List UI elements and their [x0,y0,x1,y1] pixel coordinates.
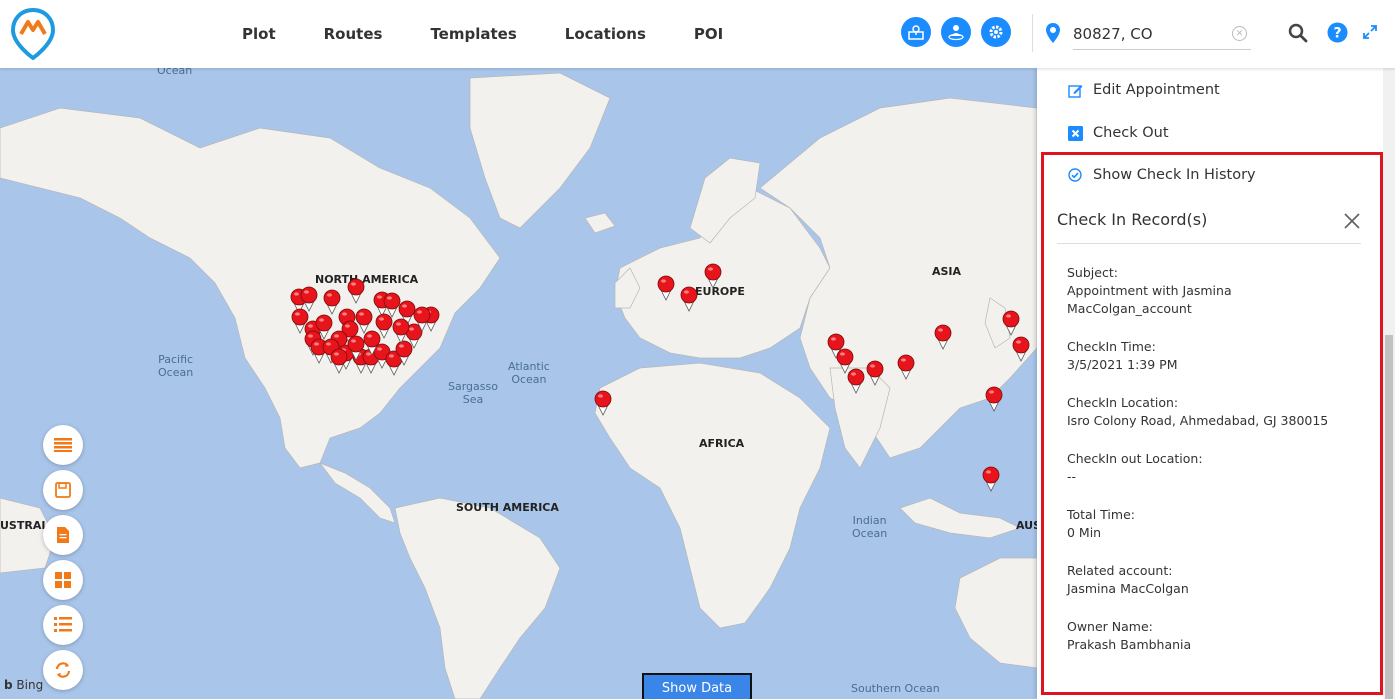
edit-icon [1067,82,1083,98]
save-icon [55,482,71,498]
bing-label: Bing [16,678,44,692]
south-america-label: SOUTH AMERICA [456,501,559,514]
user-icon [948,25,964,41]
ocean-label-top: Ocean [157,68,193,77]
map-pin-marker[interactable] [866,360,884,386]
grid-icon [55,572,71,588]
map-pin-marker[interactable] [847,368,865,394]
map-pin-marker[interactable] [1002,310,1020,336]
map-pin-marker[interactable] [594,390,612,416]
clear-icon[interactable]: ✕ [1232,26,1247,41]
map-pin-marker[interactable] [330,348,348,374]
user-location-button[interactable] [941,17,971,47]
refresh-icon [55,662,71,678]
list-icon [54,438,72,452]
map-pin-marker[interactable] [982,466,1000,492]
show-data-button[interactable]: Show Data [642,673,752,699]
map-pin-marker[interactable] [934,324,952,350]
check-out-label: Check Out [1093,125,1169,141]
north-america-label: NORTH AMERICA [315,273,419,286]
refresh-button[interactable] [43,650,83,690]
main-nav: Plot Routes Templates Locations POI [218,0,747,68]
sargasso-sea-label: Sargasso Sea [448,380,498,406]
map-pin-marker[interactable] [985,386,1003,412]
search-icon[interactable] [1288,23,1308,43]
checklist-icon [54,617,72,632]
indian-ocean-label: Indian Ocean [852,514,888,540]
expand-icon[interactable] [1362,24,1378,40]
map-pin-marker[interactable] [657,275,675,301]
asia-label: ASIA [932,265,962,278]
grid-view-button[interactable] [43,560,83,600]
map-pin-marker[interactable] [1012,336,1030,362]
svg-text:?: ? [1333,26,1341,42]
top-bar: Plot Routes Templates Locations POI ✕ ? [0,0,1395,68]
map-pin-marker[interactable] [347,335,365,361]
help-icon[interactable]: ? [1327,22,1348,43]
map-pin-marker[interactable] [413,306,431,332]
pacific-ocean-label: Pacific Ocean [158,353,194,379]
map-pin-marker[interactable] [897,354,915,380]
document-button[interactable] [43,515,83,555]
map-view-button[interactable] [901,17,931,47]
nav-templates[interactable]: Templates [430,25,516,43]
map-pin-marker[interactable] [680,286,698,312]
highlight-frame [1041,152,1383,695]
save-button[interactable] [43,470,83,510]
world-map[interactable]: Ocean NORTH AMERICA EUROPE ASIA AFRICA S… [0,68,1037,699]
nav-routes[interactable]: Routes [324,25,383,43]
location-pin-icon [1046,23,1060,43]
location-search-input[interactable] [1073,18,1251,50]
list-view-button[interactable] [43,425,83,465]
gear-icon [989,25,1003,39]
check-out-item[interactable]: Check Out [1067,125,1169,141]
southern-ocean-label: Southern Ocean [851,682,940,695]
nav-plot[interactable]: Plot [242,25,276,43]
map-pin-marker[interactable] [363,330,381,356]
toolbar-divider [1032,14,1033,52]
checklist-button[interactable] [43,605,83,645]
settings-button[interactable] [981,17,1011,47]
map-pin-marker[interactable] [347,278,365,304]
edit-appointment-item[interactable]: Edit Appointment [1067,82,1220,98]
document-icon [57,527,69,543]
edit-appointment-label: Edit Appointment [1093,82,1220,98]
nav-locations[interactable]: Locations [565,25,646,43]
app-logo[interactable] [10,8,56,60]
map-pin-marker[interactable] [704,263,722,289]
close-square-icon [1067,125,1083,141]
panel-scroll-thumb[interactable] [1385,335,1393,699]
bing-attribution: b Bing [4,678,44,692]
australia-label-right: AUS [1016,519,1037,532]
nav-poi[interactable]: POI [694,25,723,43]
africa-label: AFRICA [699,437,745,450]
map-pin-marker[interactable] [392,318,410,344]
map-pin-icon [908,25,924,40]
atlantic-ocean-label: Atlantic Ocean [508,360,550,386]
